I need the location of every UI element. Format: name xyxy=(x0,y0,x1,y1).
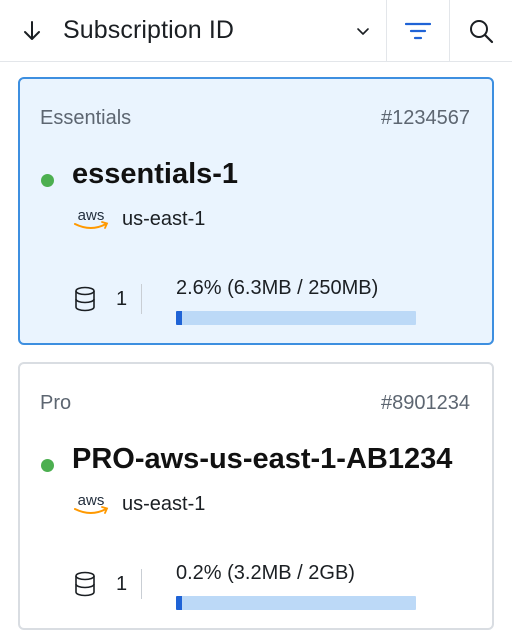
memory-usage-fill xyxy=(176,311,183,325)
search-button[interactable] xyxy=(450,0,512,61)
aws-logo-icon: aws xyxy=(72,491,110,517)
subscription-id: #8901234 xyxy=(381,392,470,414)
chevron-down-icon xyxy=(356,24,370,38)
divider xyxy=(141,569,143,599)
cloud-provider: aws us-east-1 xyxy=(72,491,205,517)
database-count-value: 1 xyxy=(116,572,128,595)
arrow-down-icon[interactable] xyxy=(21,20,43,42)
database-icon xyxy=(74,571,96,597)
database-count: 1 xyxy=(74,284,143,314)
memory-usage-text: 2.6% (6.3MB / 250MB) xyxy=(176,277,379,299)
subscription-name: essentials-1 xyxy=(72,158,239,190)
subscription-id: #1234567 xyxy=(381,107,470,129)
sort-select[interactable]: Subscription ID xyxy=(0,0,387,61)
svg-text:aws: aws xyxy=(78,207,105,224)
plan-label: Essentials xyxy=(40,107,132,129)
database-count: 1 xyxy=(74,569,143,599)
search-icon xyxy=(468,18,494,44)
memory-usage-bar xyxy=(176,311,416,325)
subscription-card[interactable]: Essentials #1234567 essentials-1 aws us-… xyxy=(18,77,494,345)
status-indicator xyxy=(41,459,54,472)
database-icon xyxy=(74,286,96,312)
aws-logo-icon: aws xyxy=(72,206,110,232)
svg-text:aws: aws xyxy=(78,492,105,509)
subscription-name: PRO-aws-us-east-1-AB1234 xyxy=(72,443,453,475)
filter-icon xyxy=(405,21,431,41)
memory-usage-bar xyxy=(176,596,416,610)
status-indicator xyxy=(41,174,54,187)
divider xyxy=(141,284,143,314)
filter-button[interactable] xyxy=(387,0,450,61)
region-label: us-east-1 xyxy=(122,207,206,230)
plan-label: Pro xyxy=(40,392,72,414)
cloud-provider: aws us-east-1 xyxy=(72,206,205,232)
region-label: us-east-1 xyxy=(122,492,206,515)
sort-field-label: Subscription ID xyxy=(63,16,235,44)
subscription-card[interactable]: Pro #8901234 PRO-aws-us-east-1-AB1234 aw… xyxy=(18,362,494,630)
database-count-value: 1 xyxy=(116,287,128,310)
memory-usage-text: 0.2% (3.2MB / 2GB) xyxy=(176,562,355,584)
memory-usage-fill xyxy=(176,596,182,610)
list-toolbar: Subscription ID xyxy=(0,0,512,62)
